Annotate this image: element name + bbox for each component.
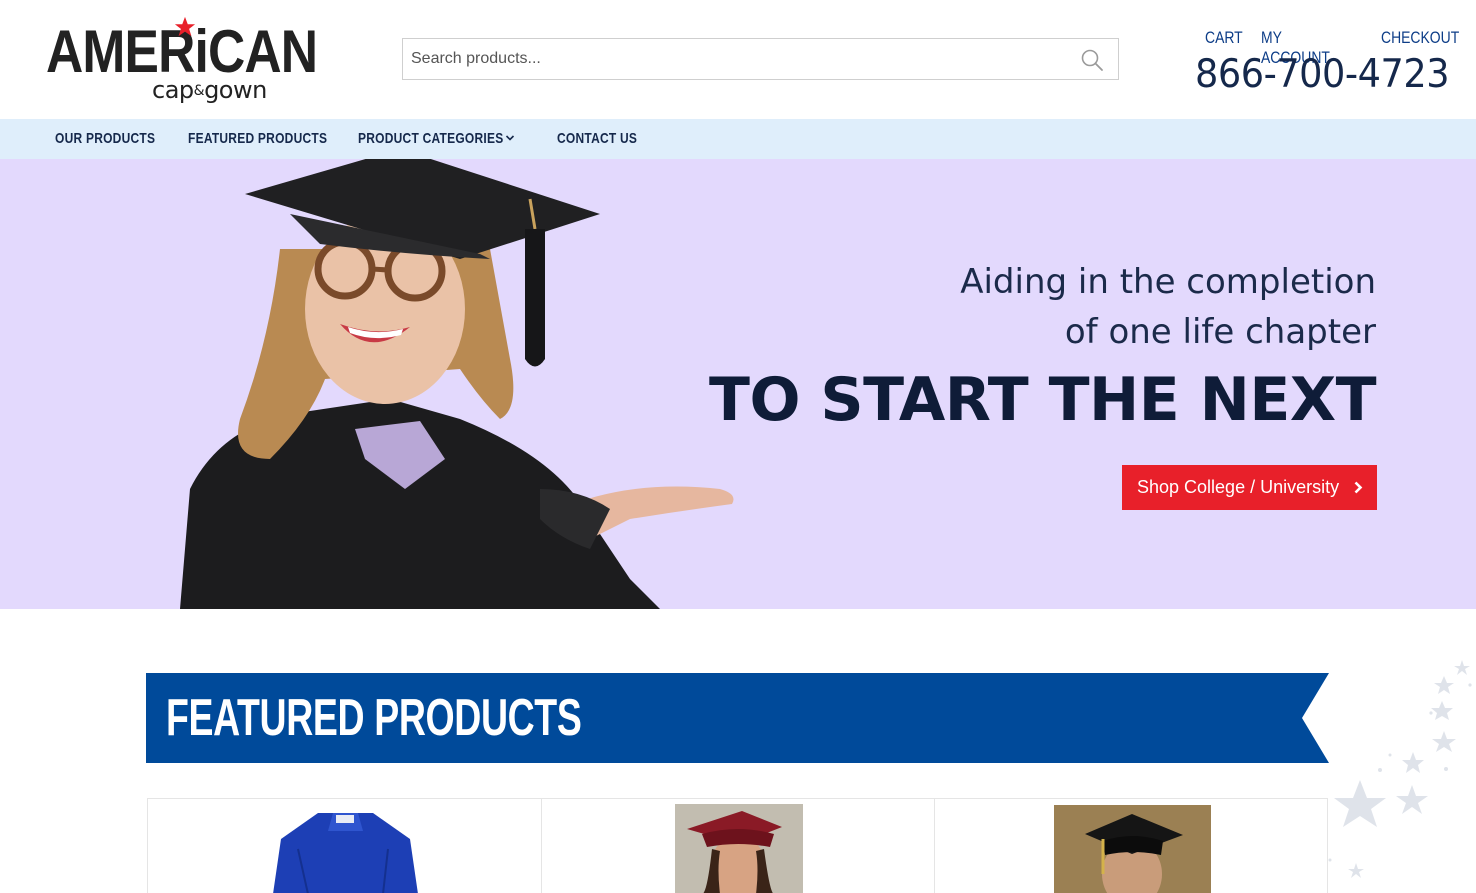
hero-line-1: Aiding in the completion: [960, 262, 1376, 302]
search-input[interactable]: [403, 39, 1063, 79]
site-header: AMERiCAN cap&gown CART MY ACCOUNT CHECKO…: [0, 0, 1476, 119]
hero-line-2: of one life chapter: [1064, 312, 1376, 352]
maroon-cap-student-image[interactable]: [542, 799, 934, 893]
blue-gown-image[interactable]: [148, 799, 541, 893]
product-card[interactable]: [541, 799, 934, 893]
phone-number[interactable]: 866-700-4723: [1195, 52, 1450, 97]
logo-subtitle: cap&gown: [152, 76, 267, 104]
nav-item-product-categories[interactable]: PRODUCT CATEGORIES: [358, 119, 503, 159]
shop-college-button[interactable]: Shop College / University: [1122, 465, 1377, 510]
shop-college-button-label: Shop College / University: [1137, 477, 1340, 497]
nav-item-featured-products[interactable]: FEATURED PRODUCTS: [188, 119, 327, 159]
hero-headline: TO START THE NEXT: [709, 365, 1376, 435]
logo-star-icon: [174, 16, 196, 37]
graduate-photo: [180, 159, 734, 609]
product-card[interactable]: [934, 799, 1328, 893]
product-card[interactable]: [147, 799, 541, 893]
hero-banner: Aiding in the completion of one life cha…: [0, 159, 1476, 609]
product-grid: [147, 798, 1328, 893]
black-cap-student-image[interactable]: [935, 799, 1328, 893]
main-nav: OUR PRODUCTS FEATURED PRODUCTS PRODUCT C…: [0, 119, 1476, 159]
decorative-stars-icon: [1328, 660, 1472, 878]
nav-item-contact-us[interactable]: CONTACT US: [557, 119, 637, 159]
chevron-right-icon: [1354, 481, 1363, 494]
search-bar: [402, 38, 1119, 80]
search-icon[interactable]: [1080, 48, 1104, 72]
site-logo[interactable]: AMERiCAN cap&gown: [46, 16, 318, 110]
nav-item-our-products[interactable]: OUR PRODUCTS: [55, 119, 155, 159]
chevron-down-icon[interactable]: [505, 133, 515, 143]
featured-products-heading: FEATURED PRODUCTS: [166, 689, 582, 747]
